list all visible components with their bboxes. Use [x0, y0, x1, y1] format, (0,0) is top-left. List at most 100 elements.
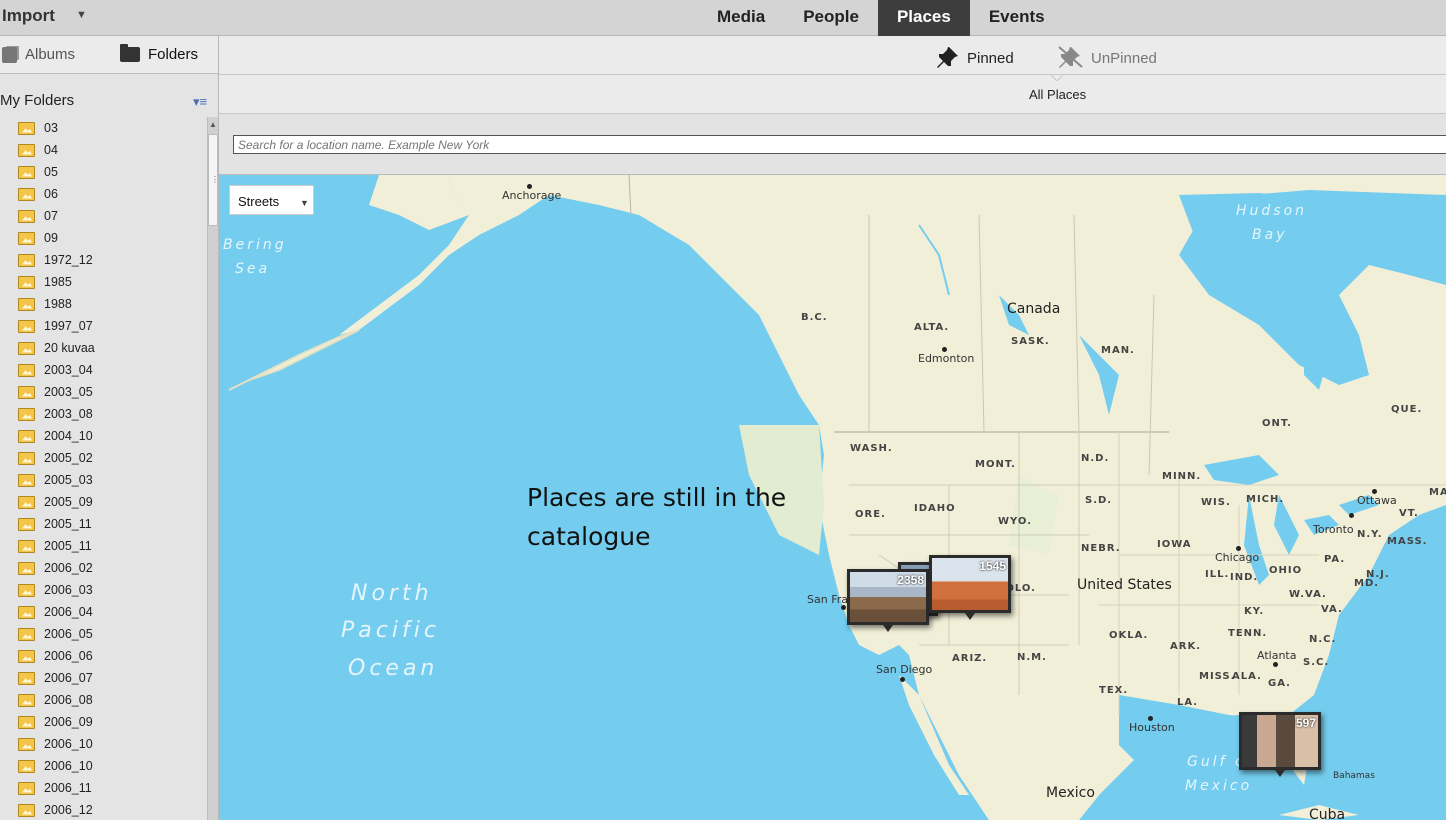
- image-folder-icon: [18, 385, 35, 399]
- map-label-idaho: IDAHO: [914, 503, 956, 514]
- folder-name: 2003_05: [44, 385, 93, 399]
- tab-media[interactable]: Media: [698, 0, 784, 36]
- folder-list-item[interactable]: 2005_09: [0, 491, 207, 513]
- folder-list-item[interactable]: 2006_09: [0, 711, 207, 733]
- folder-list-item[interactable]: 2003_08: [0, 403, 207, 425]
- unpinned-filter[interactable]: UnPinned: [1057, 46, 1157, 71]
- map-label-minn: MINN.: [1162, 471, 1202, 482]
- folder-list-item[interactable]: 2006_12: [0, 799, 207, 820]
- map-label-houston: Houston: [1129, 721, 1175, 734]
- image-folder-icon: [18, 319, 35, 333]
- image-folder-icon: [18, 715, 35, 729]
- map-view[interactable]: Streets ▼ Anchorage Bering Sea Hudson Ba…: [219, 175, 1446, 820]
- import-menu[interactable]: Import: [2, 6, 55, 26]
- folders-tab-label: Folders: [148, 46, 199, 63]
- folder-list-item[interactable]: 09: [0, 227, 207, 249]
- folder-list-item[interactable]: 2005_03: [0, 469, 207, 491]
- tab-people[interactable]: People: [784, 0, 878, 36]
- folder-list-item[interactable]: 06: [0, 183, 207, 205]
- folder-list-scrollbar[interactable]: ▲ ⋮: [207, 117, 219, 820]
- folder-list-item[interactable]: 2006_05: [0, 623, 207, 645]
- map-label-north-pacific-3: Ocean: [348, 656, 439, 681]
- map-label-va: VA.: [1321, 604, 1343, 615]
- folder-list-item[interactable]: 2006_03: [0, 579, 207, 601]
- map-label-ont: ONT.: [1262, 418, 1292, 429]
- location-search-input[interactable]: [233, 135, 1446, 154]
- image-folder-icon: [18, 649, 35, 663]
- pin-count-badge: 1545: [979, 559, 1006, 573]
- image-folder-icon: [18, 495, 35, 509]
- photo-pin-1545[interactable]: 1545: [929, 555, 1011, 620]
- folder-list-item[interactable]: 2005_11: [0, 535, 207, 557]
- scroll-up-arrow-icon[interactable]: ▲: [208, 117, 218, 133]
- map-style-select[interactable]: Streets ▼: [229, 185, 314, 215]
- folder-name: 03: [44, 121, 58, 135]
- unpinned-label: UnPinned: [1091, 50, 1157, 67]
- folder-name: 04: [44, 143, 58, 157]
- my-folders-title: My Folders: [0, 92, 75, 109]
- folder-list-item[interactable]: 07: [0, 205, 207, 227]
- tab-places[interactable]: Places: [877, 0, 970, 36]
- folder-list-item[interactable]: 2006_11: [0, 777, 207, 799]
- all-places-breadcrumb[interactable]: All Places: [1029, 87, 1086, 102]
- map-label-gulf-2: Mexico: [1185, 778, 1253, 794]
- folder-name: 2005_02: [44, 451, 93, 465]
- folder-list-item[interactable]: 1988: [0, 293, 207, 315]
- folder-list-item[interactable]: 04: [0, 139, 207, 161]
- photo-pin-597[interactable]: 597: [1239, 712, 1321, 777]
- map-label-sc: S.C.: [1303, 657, 1330, 668]
- map-label-iowa: IOWA: [1157, 539, 1192, 550]
- folder-list-item[interactable]: 2006_08: [0, 689, 207, 711]
- sort-options-icon[interactable]: ▾≡: [193, 94, 207, 110]
- folder-list-item[interactable]: 2006_10: [0, 733, 207, 755]
- folder-list-item[interactable]: 2003_05: [0, 381, 207, 403]
- map-label-wash: WASH.: [850, 443, 893, 454]
- map-label-bering-2: Sea: [235, 261, 271, 277]
- folder-list-item[interactable]: 2004_10: [0, 425, 207, 447]
- folder-list-item[interactable]: 2003_04: [0, 359, 207, 381]
- image-folder-icon: [18, 583, 35, 597]
- folder-name: 20 kuvaa: [44, 341, 95, 355]
- folder-list-item[interactable]: 2006_04: [0, 601, 207, 623]
- image-folder-icon: [18, 297, 35, 311]
- import-caret-icon[interactable]: ▼: [76, 9, 87, 21]
- albums-tab[interactable]: Albums: [2, 46, 75, 63]
- photo-pin-2358[interactable]: 2358: [847, 569, 929, 632]
- map-label-ny: N.Y.: [1357, 529, 1383, 540]
- folder-list-item[interactable]: 2006_06: [0, 645, 207, 667]
- map-label-ottawa: Ottawa: [1357, 494, 1397, 507]
- folder-list-item[interactable]: 1997_07: [0, 315, 207, 337]
- folder-list-item[interactable]: 2006_07: [0, 667, 207, 689]
- folder-name: 09: [44, 231, 58, 245]
- folder-name: 2006_10: [44, 759, 93, 773]
- scroll-thumb[interactable]: ⋮: [208, 134, 219, 226]
- pin-tail: [965, 613, 975, 620]
- folder-list-item[interactable]: 1985: [0, 271, 207, 293]
- map-label-md: MD.: [1354, 578, 1380, 589]
- pin-filter-bar: Pinned UnPinned: [219, 36, 1446, 75]
- tab-events[interactable]: Events: [970, 0, 1064, 36]
- map-label-sd: S.D.: [1085, 495, 1113, 506]
- image-folder-icon: [18, 253, 35, 267]
- folder-list-item[interactable]: 2006_02: [0, 557, 207, 579]
- folder-name: 2006_04: [44, 605, 93, 619]
- folder-name: 05: [44, 165, 58, 179]
- top-bar: Import ▼ Media People Places Events: [0, 0, 1446, 36]
- map-label-nm: N.M.: [1017, 652, 1047, 663]
- folders-tab[interactable]: Folders: [120, 44, 199, 63]
- folder-list-item[interactable]: 03: [0, 117, 207, 139]
- folder-list-item[interactable]: 1972_12: [0, 249, 207, 271]
- pin-tail: [883, 625, 893, 632]
- folder-list-item[interactable]: 2005_11: [0, 513, 207, 535]
- folder-list-item[interactable]: 20 kuvaa: [0, 337, 207, 359]
- pin-tail: [1275, 770, 1285, 777]
- map-label-tex: TEX.: [1099, 685, 1129, 696]
- folder-name: 2006_06: [44, 649, 93, 663]
- folder-list-item[interactable]: 2006_10: [0, 755, 207, 777]
- map-label-que: QUE.: [1391, 404, 1423, 415]
- image-folder-icon: [18, 363, 35, 377]
- pinned-filter[interactable]: Pinned: [935, 46, 1014, 71]
- folder-list-item[interactable]: 05: [0, 161, 207, 183]
- folder-list-item[interactable]: 2005_02: [0, 447, 207, 469]
- map-label-miss: MISS.: [1199, 671, 1236, 682]
